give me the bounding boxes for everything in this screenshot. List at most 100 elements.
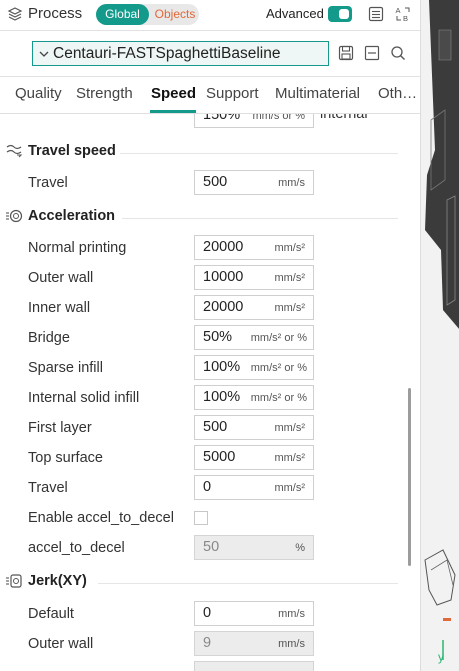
- objects-tab[interactable]: Objects: [151, 4, 199, 25]
- section-title-travel-speed: Travel speed: [28, 143, 116, 159]
- travel-accel-field[interactable]: 0 mm/s²: [194, 475, 314, 500]
- field-value: 5000: [203, 449, 236, 465]
- svg-text:A: A: [396, 6, 401, 15]
- preset-name: Centauri-FASTSpaghettiBaseline: [53, 45, 281, 62]
- field-unit: mm/s²: [274, 272, 305, 284]
- field-value: 50%: [203, 329, 233, 345]
- partial-speed-field[interactable]: 150% mm/s or %: [194, 114, 314, 128]
- field-unit: mm/s²: [274, 482, 305, 494]
- advanced-toggle[interactable]: [328, 6, 352, 22]
- 3d-viewport[interactable]: y: [420, 0, 459, 671]
- label-jerk-outer-wall: Outer wall: [28, 636, 94, 652]
- tab-speed[interactable]: Speed: [151, 85, 196, 102]
- compare-icon[interactable]: A B: [394, 5, 412, 23]
- label-enable-accel-to-decel: Enable accel_to_decel: [28, 510, 174, 526]
- advanced-label: Advanced: [266, 6, 324, 21]
- field-unit: mm/s: [278, 638, 305, 650]
- section-title-acceleration: Acceleration: [28, 208, 116, 224]
- field-value: 150%: [203, 114, 241, 123]
- label-outer-wall: Outer wall: [28, 270, 94, 286]
- field-unit: mm/s²: [274, 302, 305, 314]
- label-jerk-default: Default: [28, 606, 74, 622]
- tab-multimaterial[interactable]: Multimaterial: [275, 85, 360, 102]
- label-sparse-infill: Sparse infill: [28, 360, 103, 376]
- jerk-outer-wall-field: 9 mm/s: [194, 631, 314, 656]
- field-value: 500: [203, 419, 228, 435]
- top-surface-accel-field[interactable]: 5000 mm/s²: [194, 445, 314, 470]
- bridge-accel-field[interactable]: 50% mm/s² or %: [194, 325, 314, 350]
- label-accel-to-decel: accel_to_decel: [28, 540, 125, 556]
- field-value: 20000: [203, 239, 244, 255]
- field-value: 0: [203, 605, 212, 621]
- field-value: 9: [203, 635, 212, 651]
- settings-tabs: Quality Strength Speed Support Multimate…: [0, 80, 420, 114]
- enable-accel-to-decel-checkbox[interactable]: [194, 511, 208, 525]
- toggle-knob: [339, 9, 349, 19]
- global-tab[interactable]: Global: [96, 4, 149, 25]
- jerk-icon: [6, 574, 22, 588]
- svg-text:B: B: [403, 14, 408, 23]
- field-unit: mm/s²: [274, 422, 305, 434]
- save-icon[interactable]: [337, 44, 355, 62]
- field-unit: mm/s: [278, 608, 305, 620]
- field-value: 500: [203, 174, 228, 190]
- tab-quality[interactable]: Quality: [15, 85, 62, 102]
- layers-icon: [7, 7, 23, 21]
- section-divider: [120, 153, 398, 154]
- label-travel-accel: Travel: [28, 480, 68, 496]
- label-first-layer: First layer: [28, 420, 92, 436]
- list-icon[interactable]: [367, 5, 385, 23]
- section-divider: [98, 583, 398, 584]
- minus-box-icon[interactable]: [363, 44, 381, 62]
- field-value: 10000: [203, 269, 244, 285]
- field-unit: mm/s²: [274, 242, 305, 254]
- speed-settings-panel[interactable]: 150% mm/s or % internal Travel speed Tra…: [0, 114, 404, 671]
- process-title: Process: [28, 5, 83, 22]
- label-top-surface: Top surface: [28, 450, 103, 466]
- partial-row-label: internal: [320, 114, 368, 122]
- label-bridge: Bridge: [28, 330, 70, 346]
- label-internal-solid-infill: Internal solid infill: [28, 390, 140, 406]
- label-travel-speed: Travel: [28, 175, 68, 191]
- tab-support[interactable]: Support: [206, 85, 259, 102]
- process-header: Process Global Objects Advanced A B: [0, 0, 420, 30]
- search-icon[interactable]: [389, 44, 407, 62]
- outer-wall-accel-field[interactable]: 10000 mm/s²: [194, 265, 314, 290]
- settings-scrollbar[interactable]: [408, 388, 411, 566]
- jerk-next-field: [194, 661, 314, 671]
- header-divider: [0, 30, 420, 31]
- sparse-infill-accel-field[interactable]: 100% mm/s² or %: [194, 355, 314, 380]
- preset-selector[interactable]: Centauri-FASTSpaghettiBaseline: [32, 41, 329, 66]
- travel-speed-field[interactable]: 500 mm/s: [194, 170, 314, 195]
- acceleration-icon: [6, 209, 23, 223]
- y-axis-label: y: [438, 650, 444, 664]
- field-value: 100%: [203, 359, 241, 375]
- travel-speed-icon: [6, 144, 23, 158]
- accel-to-decel-field: 50 %: [194, 535, 314, 560]
- tab-others[interactable]: Oth…: [378, 85, 417, 102]
- tab-strength[interactable]: Strength: [76, 85, 133, 102]
- field-unit: mm/s² or %: [250, 332, 307, 344]
- internal-solid-infill-accel-field[interactable]: 100% mm/s² or %: [194, 385, 314, 410]
- field-value: 50: [203, 539, 220, 555]
- section-title-jerk: Jerk(XY): [28, 573, 87, 589]
- inner-wall-accel-field[interactable]: 20000 mm/s²: [194, 295, 314, 320]
- printer-plate-graphic: [421, 0, 459, 671]
- jerk-default-field[interactable]: 0 mm/s: [194, 601, 314, 626]
- field-value: 20000: [203, 299, 244, 315]
- preset-divider: [0, 76, 420, 77]
- first-layer-accel-field[interactable]: 500 mm/s²: [194, 415, 314, 440]
- field-unit: mm/s² or %: [250, 392, 307, 404]
- label-normal-printing: Normal printing: [28, 240, 127, 256]
- normal-printing-accel-field[interactable]: 20000 mm/s²: [194, 235, 314, 260]
- field-unit: mm/s: [278, 177, 305, 189]
- field-unit: mm/s or %: [252, 114, 305, 122]
- field-value: 100%: [203, 389, 241, 405]
- field-unit: %: [295, 542, 305, 554]
- field-value: 0: [203, 479, 212, 495]
- chevron-down-icon: [39, 51, 49, 57]
- label-inner-wall: Inner wall: [28, 300, 91, 316]
- global-objects-switch[interactable]: Global Objects: [96, 4, 199, 25]
- field-unit: mm/s² or %: [250, 362, 307, 374]
- section-divider: [122, 218, 398, 219]
